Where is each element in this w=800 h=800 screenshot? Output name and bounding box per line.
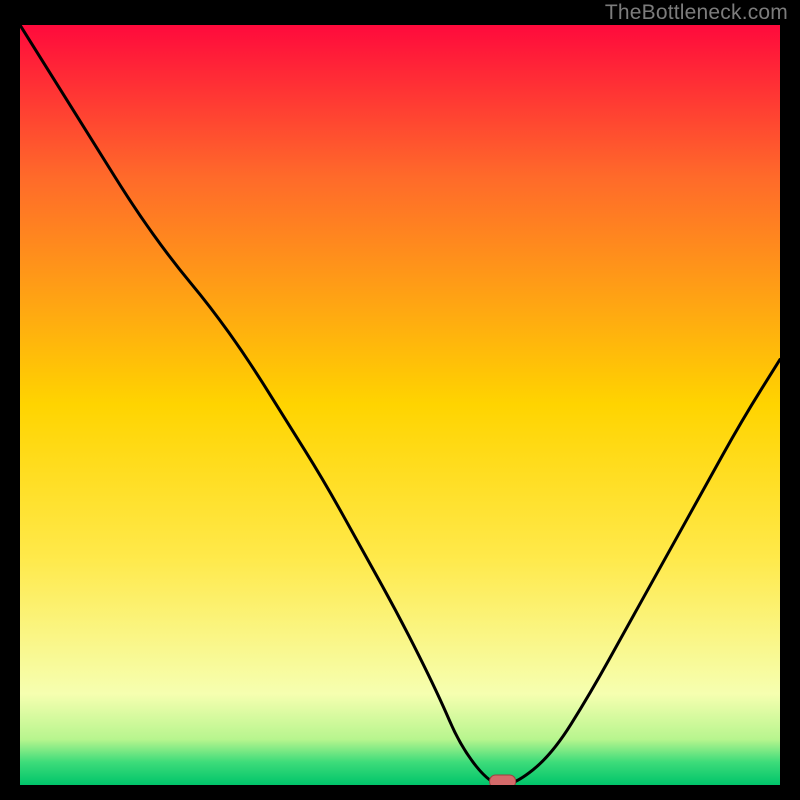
optimal-marker: [490, 775, 516, 785]
gradient-background: [20, 25, 780, 785]
chart-svg: [20, 25, 780, 785]
watermark-text: TheBottleneck.com: [605, 1, 788, 25]
chart-frame: TheBottleneck.com: [0, 0, 800, 800]
plot-area: [20, 25, 780, 785]
